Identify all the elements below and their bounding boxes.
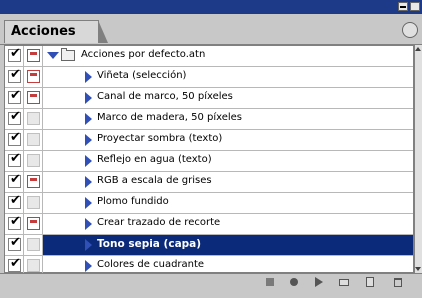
action-name: Tono sepia (capa) [97,238,202,250]
action-name: Proyectar sombra (texto) [97,133,223,144]
panel-title-bar[interactable] [0,0,422,14]
dialog-toggle-icon[interactable] [27,70,40,83]
action-name: Canal de marco, 50 píxeles [97,91,233,102]
dialog-toggle-icon[interactable] [27,259,40,272]
collapse-triangle-icon[interactable] [85,260,92,272]
collapse-triangle-icon[interactable] [85,197,92,209]
action-row[interactable]: Reflejo en agua (texto) [5,151,413,172]
action-row[interactable]: RGB a escala de grises [5,172,413,193]
minimize-icon[interactable] [398,2,408,11]
toggle-item-checkbox[interactable] [8,130,21,146]
action-row-selected[interactable]: Tono sepia (capa) [5,235,413,256]
collapse-triangle-icon[interactable] [85,134,92,146]
toggle-item-checkbox[interactable] [8,109,21,125]
expand-triangle-icon[interactable] [47,52,59,59]
toggle-item-checkbox[interactable] [8,214,21,230]
collapse-triangle-icon[interactable] [85,155,92,167]
collapse-triangle-icon[interactable] [85,176,92,188]
action-set-row[interactable]: Acciones por defecto.atn [5,46,413,67]
scroll-down-icon[interactable] [415,267,421,271]
action-name: RGB a escala de grises [97,175,212,186]
toggle-item-checkbox[interactable] [8,172,21,188]
close-icon[interactable] [410,2,420,11]
toggle-item-checkbox[interactable] [8,193,21,209]
dialog-toggle-icon[interactable] [27,112,40,125]
tab-acciones[interactable]: Acciones [4,20,108,43]
panel-menu-icon[interactable] [402,22,418,38]
toggle-item-checkbox[interactable] [8,67,21,83]
record-icon[interactable] [288,276,300,288]
new-set-icon[interactable] [338,276,350,288]
dialog-toggle-icon[interactable] [27,217,40,230]
toggle-item-checkbox[interactable] [8,88,21,104]
action-name: Colores de cuadrante [97,259,205,270]
action-row[interactable]: Proyectar sombra (texto) [5,130,413,151]
action-name: Reflejo en agua (texto) [97,154,212,165]
dialog-toggle-icon[interactable] [27,154,40,167]
dialog-toggle-icon[interactable] [27,175,40,188]
dialog-toggle-icon[interactable] [27,196,40,209]
actions-toolbar [0,273,422,289]
dialog-toggle-icon[interactable] [27,133,40,146]
collapse-triangle-icon[interactable] [85,92,92,104]
collapse-triangle-icon[interactable] [85,239,92,251]
scroll-up-icon[interactable] [415,47,421,51]
action-name: Crear trazado de recorte [97,217,221,228]
collapse-triangle-icon[interactable] [85,71,92,83]
collapse-triangle-icon[interactable] [85,218,92,230]
tab-strip: Acciones [0,14,422,45]
play-icon[interactable] [313,276,325,288]
set-name: Acciones por defecto.atn [81,49,206,60]
dialog-toggle-icon[interactable] [27,49,40,62]
action-name: Viñeta (selección) [97,70,187,81]
actions-list: Acciones por defecto.atn Viñeta (selecci… [4,45,414,277]
collapse-triangle-icon[interactable] [85,113,92,125]
action-row[interactable]: Marco de madera, 50 píxeles [5,109,413,130]
vertical-scrollbar[interactable] [414,45,422,273]
stop-icon[interactable] [264,276,276,288]
toggle-item-checkbox[interactable] [8,46,21,62]
new-action-icon[interactable] [364,276,376,288]
panel-bottom-edge [0,289,422,298]
toggle-item-checkbox[interactable] [8,256,21,272]
dialog-toggle-icon[interactable] [27,91,40,104]
toggle-item-checkbox[interactable] [8,235,21,251]
action-row[interactable]: Crear trazado de recorte [5,214,413,235]
action-row[interactable]: Canal de marco, 50 píxeles [5,88,413,109]
toggle-item-checkbox[interactable] [8,151,21,167]
action-name: Marco de madera, 50 píxeles [97,112,243,123]
folder-icon [61,48,75,61]
action-row[interactable]: Viñeta (selección) [5,67,413,88]
dialog-toggle-icon[interactable] [27,238,40,251]
action-row[interactable]: Plomo fundido [5,193,413,214]
action-name: Plomo fundido [97,196,169,207]
delete-icon[interactable] [392,276,404,288]
